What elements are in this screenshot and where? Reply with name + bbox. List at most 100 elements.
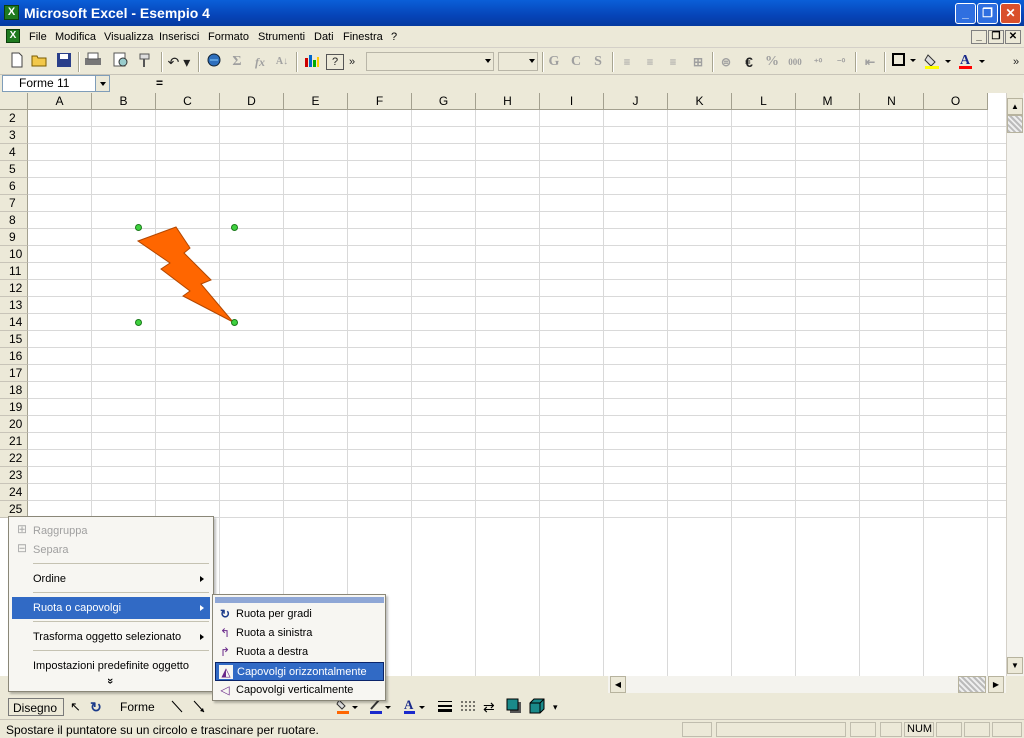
menu-item-rotate-flip[interactable]: Ruota o capovolgi — [12, 597, 210, 619]
horizontal-scrollbar[interactable]: ◀ ▶ — [608, 676, 1006, 693]
hyperlink-icon[interactable] — [204, 52, 224, 72]
menu-strumenti[interactable]: Strumenti — [258, 31, 305, 43]
fill-color-icon[interactable] — [922, 52, 954, 72]
thousands-button[interactable]: 000 — [785, 52, 805, 72]
selection-handle-top-right[interactable] — [231, 224, 238, 231]
menu-item-label: Raggruppa — [33, 525, 88, 537]
menu-item-ungroup[interactable]: ⊟ Separa — [12, 539, 210, 561]
menu-item-rotate-left[interactable]: ↰ Ruota a sinistra — [215, 624, 384, 643]
font-size-combo[interactable] — [498, 52, 538, 71]
status-panel — [682, 722, 712, 737]
autosum-icon[interactable]: Σ — [228, 52, 246, 72]
menu-item-flip-horizontal[interactable]: ◭ Capovolgi orizzontalmente — [215, 662, 384, 681]
menu-dati[interactable]: Dati — [314, 31, 334, 43]
select-objects-icon[interactable]: ↖ — [70, 698, 84, 716]
print-preview-icon[interactable] — [111, 52, 131, 72]
chart-icon[interactable] — [302, 52, 322, 72]
merge-center-icon[interactable]: ⊞ — [688, 52, 708, 72]
new-icon[interactable] — [8, 52, 26, 72]
free-rotate-toolbar-icon[interactable]: ↻ — [90, 698, 108, 716]
arrow-style-icon[interactable]: ⇄ — [483, 698, 501, 716]
menu-expand-icon[interactable]: » — [104, 678, 116, 684]
formula-equals[interactable]: = — [156, 76, 163, 90]
print-icon[interactable] — [83, 52, 103, 72]
menu-visualizza[interactable]: Visualizza — [104, 31, 153, 43]
scroll-thumb[interactable] — [1007, 115, 1023, 133]
h-scroll-thumb[interactable] — [958, 676, 986, 693]
title-bar: X Microsoft Excel - Esempio 4 _ ❐ ✕ — [0, 0, 1024, 26]
underline-button[interactable]: S — [590, 52, 606, 72]
document-icon[interactable]: X — [6, 29, 20, 43]
ungroup-icon: ⊟ — [16, 541, 28, 555]
submenu-arrow-icon — [200, 605, 204, 611]
save-icon[interactable] — [54, 52, 74, 72]
toolbar-more-icon[interactable]: » — [346, 52, 358, 72]
euro-icon[interactable]: € — [740, 52, 758, 72]
menu-inserisci[interactable]: Inserisci — [159, 31, 199, 43]
format-painter-icon[interactable] — [136, 52, 156, 72]
3d-icon[interactable] — [528, 698, 552, 716]
align-right-icon[interactable]: ≡ — [664, 52, 682, 72]
function-icon[interactable]: fx — [250, 52, 270, 72]
currency-icon[interactable]: ⊜ — [716, 52, 736, 72]
menu-item-flip-vertical[interactable]: ◁ Capovolgi verticalmente — [215, 681, 384, 700]
scroll-down-button[interactable]: ▼ — [1007, 657, 1023, 674]
selection-handle-bottom-right[interactable] — [231, 319, 238, 326]
status-panel — [936, 722, 962, 737]
draw-menu-button[interactable]: Disegno ▾ — [8, 698, 64, 733]
menu-formato[interactable]: Formato — [208, 31, 249, 43]
menu-modifica[interactable]: Modifica — [55, 31, 96, 43]
minimize-button[interactable]: _ — [955, 3, 976, 24]
line-icon[interactable] — [170, 698, 184, 716]
name-box-value: Forme 11 — [19, 76, 70, 90]
decrease-decimal-icon[interactable]: ⁻⁰ — [831, 52, 851, 72]
close-button[interactable]: ✕ — [1000, 3, 1021, 24]
font-color-icon[interactable]: A — [956, 52, 988, 72]
name-box-dropdown-icon[interactable] — [95, 76, 109, 91]
bold-button[interactable]: G — [546, 52, 562, 72]
shadow-icon[interactable] — [506, 698, 524, 716]
undo-icon[interactable]: ↶ ▾ — [166, 52, 192, 72]
increase-decimal-icon[interactable]: ⁺⁰ — [808, 52, 828, 72]
menu-item-free-rotate[interactable]: ↻ Ruota per gradi — [215, 605, 384, 624]
borders-icon[interactable] — [890, 52, 918, 72]
excel-app-icon[interactable]: X — [4, 5, 19, 20]
menu-item-defaults[interactable]: Impostazioni predefinite oggetto — [12, 655, 210, 677]
selection-handle-top-left[interactable] — [135, 224, 142, 231]
percent-button[interactable]: % — [763, 52, 781, 72]
restore-button[interactable]: ❐ — [977, 3, 998, 24]
scroll-left-button[interactable]: ◀ — [610, 676, 626, 693]
arrow-icon[interactable] — [192, 698, 206, 716]
open-icon[interactable] — [30, 52, 50, 72]
doc-minimize-button[interactable]: _ — [971, 30, 987, 44]
align-left-icon[interactable]: ≡ — [618, 52, 636, 72]
line-style-icon[interactable] — [437, 698, 455, 716]
scroll-up-button[interactable]: ▲ — [1007, 98, 1023, 115]
draw-font-color-icon[interactable]: A — [402, 697, 428, 716]
name-box[interactable]: Forme 11 — [2, 75, 110, 92]
menu-help[interactable]: ? — [391, 31, 397, 43]
menu-item-label: Ruota a destra — [236, 646, 309, 658]
menu-item-transform[interactable]: Trasforma oggetto selezionato — [12, 626, 210, 648]
font-name-combo[interactable] — [366, 52, 494, 71]
indent-icon[interactable]: ⇤ — [860, 52, 880, 72]
drawbar-more-icon[interactable]: ▾ — [553, 698, 561, 716]
help-icon[interactable]: ? — [326, 54, 344, 70]
scroll-right-button[interactable]: ▶ — [988, 676, 1004, 693]
doc-restore-button[interactable]: ❐ — [988, 30, 1004, 44]
selection-handle-bottom-left[interactable] — [135, 319, 142, 326]
toolbar: ↶ ▾ Σ fx A↓ ? » G C S ≡ ≡ ≡ ⊞ ⊜ € % 000 … — [0, 49, 1024, 75]
sort-icon[interactable]: A↓ — [273, 52, 291, 72]
menu-finestra[interactable]: Finestra — [343, 31, 383, 43]
menu-file[interactable]: File — [29, 31, 47, 43]
toolbar2-more-icon[interactable]: » — [1010, 52, 1022, 72]
vertical-scrollbar[interactable]: ▲ ▼ — [1006, 93, 1024, 676]
autoshapes-button[interactable]: Forme ▾ — [116, 698, 164, 732]
menu-item-rotate-right[interactable]: ↱ Ruota a destra — [215, 643, 384, 662]
italic-button[interactable]: C — [568, 52, 584, 72]
menu-item-order[interactable]: Ordine — [12, 568, 210, 590]
align-center-icon[interactable]: ≡ — [641, 52, 659, 72]
menu-item-label: Ruota per gradi — [236, 608, 312, 620]
doc-close-button[interactable]: ✕ — [1005, 30, 1021, 44]
dash-style-icon[interactable] — [460, 698, 478, 716]
